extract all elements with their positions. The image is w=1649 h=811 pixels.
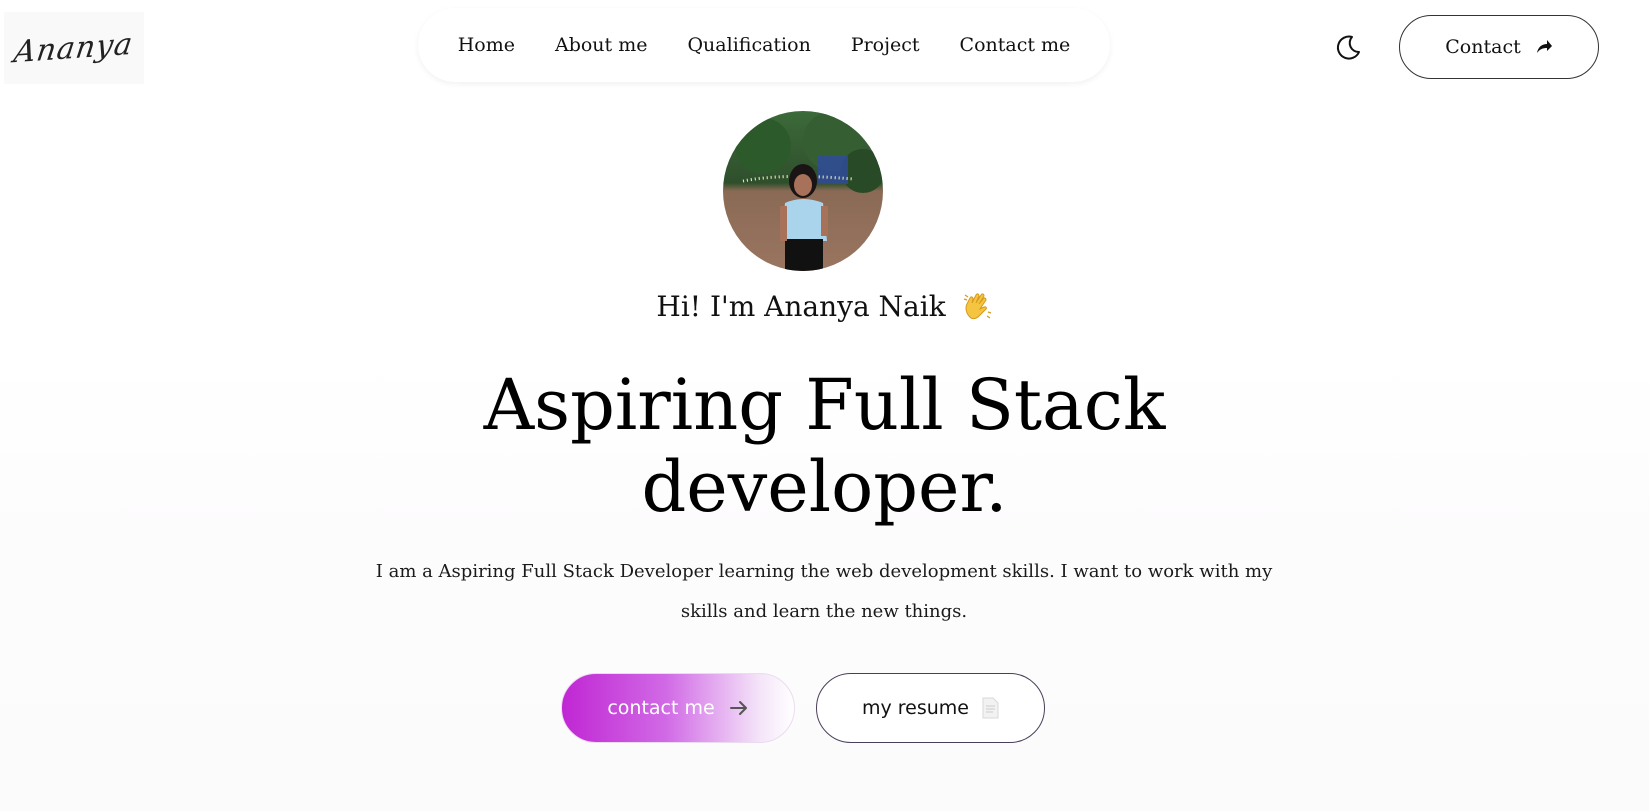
hero-greeting: Hi! I'm Ananya Naik [0,290,1649,323]
main-nav: Home About me Qualification Project Cont… [418,8,1110,82]
headline-line-2: developer. [641,446,1008,528]
arrow-right-icon [729,701,747,715]
contact-me-label: contact me [607,697,715,719]
greeting-text: Hi! I'm Ananya Naik [656,290,946,323]
my-resume-label: my resume [861,697,969,719]
avatar [723,111,883,271]
hero-headline: Aspiring Full Stack developer. [0,364,1649,528]
header-contact-button[interactable]: Contact [1399,15,1599,79]
nav-item-home[interactable]: Home [458,34,515,56]
my-resume-button[interactable]: my resume [816,673,1045,743]
moon-icon [1336,35,1360,60]
header-contact-label: Contact [1445,36,1521,58]
waving-hand-icon [963,293,991,320]
hero-description: I am a Aspiring Full Stack Developer lea… [375,561,1273,622]
theme-toggle-button[interactable] [1330,30,1366,66]
nav-item-project[interactable]: Project [851,34,920,56]
document-icon [982,697,999,719]
nav-item-about[interactable]: About me [555,34,648,56]
contact-me-button[interactable]: contact me [561,673,795,743]
logo-text: Ananya [12,26,136,70]
nav-item-contact[interactable]: Contact me [960,34,1071,56]
arrow-up-right-icon [1536,40,1552,53]
logo[interactable]: Ananya [4,12,144,84]
headline-line-1: Aspiring Full Stack [483,364,1166,446]
nav-item-qualification[interactable]: Qualification [687,34,810,56]
